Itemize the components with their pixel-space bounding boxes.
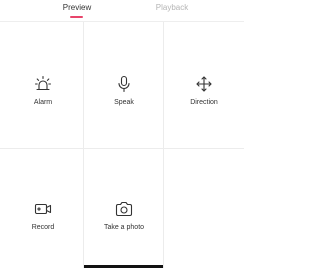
move-arrows-icon: [194, 74, 214, 94]
tab-preview-label: Preview: [62, 3, 92, 12]
direction-button[interactable]: Direction: [164, 74, 244, 114]
alarm-label: Alarm: [33, 99, 53, 106]
take-photo-label: Take a photo: [103, 224, 145, 231]
video-camera-icon: [33, 199, 53, 219]
tabs-divider: [0, 21, 244, 22]
grid-divider-horizontal: [0, 148, 244, 149]
microphone-icon: [114, 74, 134, 94]
record-label: Record: [31, 224, 55, 231]
speak-label: Speak: [114, 99, 134, 106]
direction-label: Direction: [190, 99, 218, 106]
tab-playback[interactable]: Playback: [142, 3, 202, 19]
record-button[interactable]: Record: [3, 199, 83, 239]
tab-playback-label: Playback: [155, 3, 189, 12]
view-tabs: Preview Playback: [0, 0, 244, 22]
alarm-light-icon: [33, 74, 53, 94]
take-photo-button[interactable]: Take a photo: [84, 199, 164, 239]
device-control-panel: Preview Playback Alarm Speak Direction R…: [0, 0, 244, 268]
active-tab-indicator: [70, 16, 83, 18]
tab-preview[interactable]: Preview: [52, 3, 102, 19]
alarm-button[interactable]: Alarm: [3, 74, 83, 114]
camera-icon: [114, 199, 134, 219]
speak-button[interactable]: Speak: [84, 74, 164, 114]
